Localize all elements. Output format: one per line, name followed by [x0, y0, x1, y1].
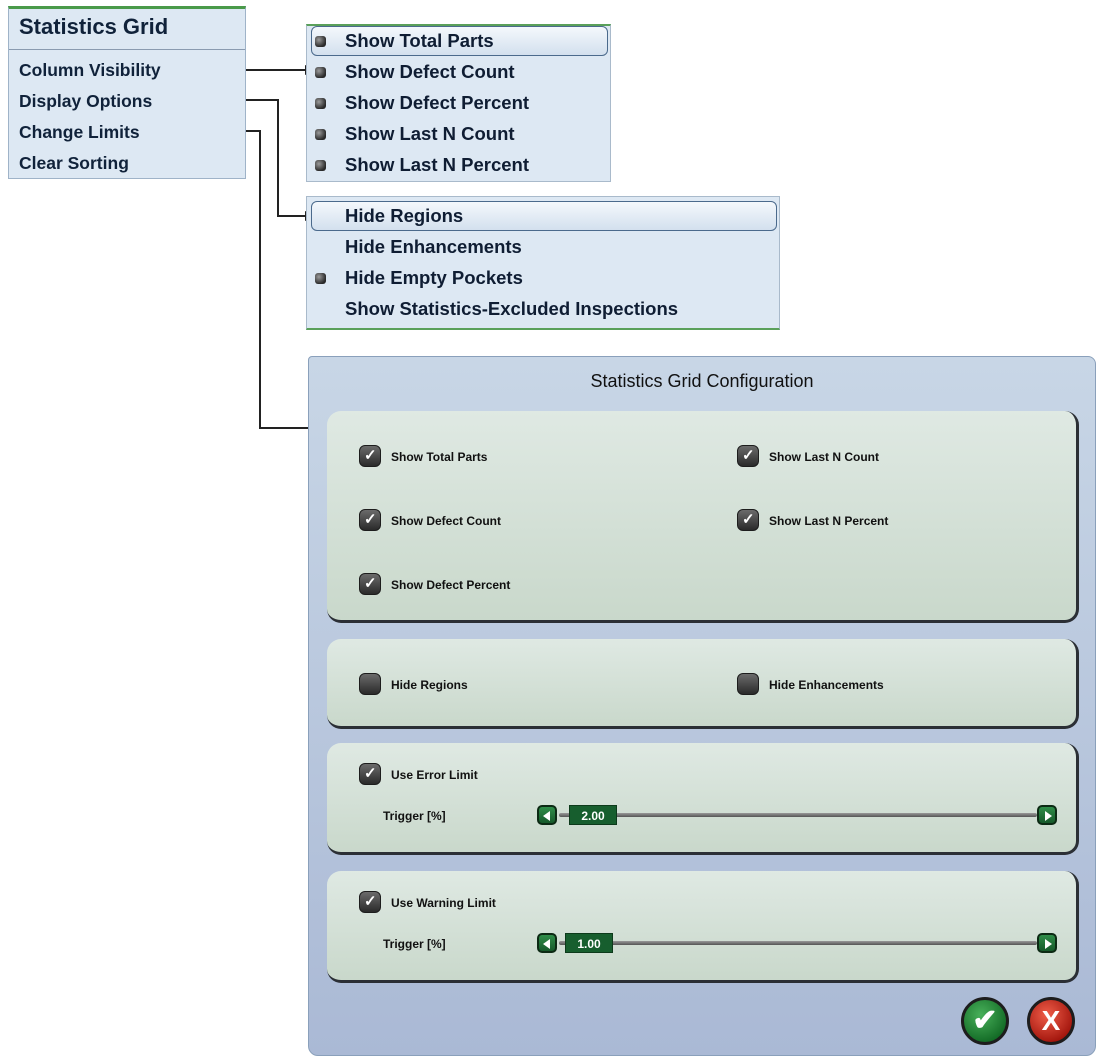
display-menu-item-hide-regions[interactable]: Hide Regions [307, 201, 779, 231]
display-menu-item-hide-empty-pockets[interactable]: Hide Empty Pockets [307, 263, 779, 293]
show-last-n-percent-label: Show Last N Percent [769, 514, 889, 528]
menu-item-display-options[interactable]: Display Options [19, 91, 152, 112]
menu-item-label: Show Last N Percent [345, 154, 530, 175]
checked-bullet-icon [315, 98, 326, 109]
checked-bullet-icon [315, 67, 326, 78]
warning-slider-track[interactable] [559, 941, 1037, 945]
checkmark-icon: ✓ [364, 893, 377, 910]
show-defect-count-checkbox[interactable]: ✓ [359, 509, 381, 531]
column-menu-item-show-defect-percent[interactable]: Show Defect Percent [307, 88, 610, 118]
column-menu-item-show-total-parts[interactable]: Show Total Parts [307, 26, 610, 56]
ok-button[interactable]: ✔ [961, 997, 1009, 1045]
hide-enhancements-label: Hide Enhancements [769, 678, 884, 692]
show-last-n-percent-checkbox[interactable]: ✓ [737, 509, 759, 531]
menu-item-label: Hide Regions [345, 205, 464, 226]
error-limit-panel: ✓ Use Error Limit Trigger [%] 2.00 [327, 743, 1079, 855]
use-warning-limit-checkbox[interactable]: ✓ [359, 891, 381, 913]
checkmark-icon: ✓ [742, 511, 755, 528]
left-arrow-icon [543, 811, 550, 821]
context-menu-title: Statistics Grid [19, 14, 169, 39]
checkmark-icon: ✔ [972, 1004, 998, 1037]
menu-item-label: Show Defect Percent [345, 92, 530, 113]
display-options-menu: Hide Regions Hide Enhancements Hide Empt… [306, 196, 780, 330]
menu-item-label: Show Last N Count [345, 123, 515, 144]
display-panel: Hide Regions Hide Enhancements [327, 639, 1079, 729]
column-visibility-menu: Show Total Parts Show Defect Count Show … [306, 24, 611, 182]
show-defect-percent-label: Show Defect Percent [391, 578, 511, 592]
warning-increment-button[interactable] [1037, 933, 1057, 953]
error-increment-button[interactable] [1037, 805, 1057, 825]
hide-regions-checkbox[interactable] [359, 673, 381, 695]
checkmark-icon: ✓ [364, 765, 377, 782]
checkmark-icon: ✓ [742, 447, 755, 464]
menu-item-label: Hide Enhancements [345, 236, 522, 257]
warning-decrement-button[interactable] [537, 933, 557, 953]
right-arrow-icon [1045, 939, 1052, 949]
context-menu-divider [9, 49, 245, 50]
checked-bullet-icon [315, 36, 326, 47]
checkmark-icon: ✓ [364, 575, 377, 592]
hide-enhancements-checkbox[interactable] [737, 673, 759, 695]
warning-limit-panel: ✓ Use Warning Limit Trigger [%] 1.00 [327, 871, 1079, 983]
menu-item-column-visibility[interactable]: Column Visibility [19, 60, 161, 81]
use-error-limit-checkbox[interactable]: ✓ [359, 763, 381, 785]
show-last-n-count-checkbox[interactable]: ✓ [737, 445, 759, 467]
statistics-grid-config-dialog: Statistics Grid Configuration ✓ Show Tot… [308, 356, 1096, 1056]
checkmark-icon: ✓ [364, 447, 377, 464]
column-menu-item-show-last-n-percent[interactable]: Show Last N Percent [307, 150, 610, 180]
cancel-button[interactable]: X [1027, 997, 1075, 1045]
use-error-limit-label: Use Error Limit [391, 768, 478, 782]
right-arrow-icon [1045, 811, 1052, 821]
show-total-parts-checkbox[interactable]: ✓ [359, 445, 381, 467]
context-menu: Statistics Grid Column Visibility Displa… [8, 6, 246, 179]
warning-trigger-label: Trigger [%] [383, 937, 446, 951]
menu-item-label: Hide Empty Pockets [345, 267, 523, 288]
use-warning-limit-label: Use Warning Limit [391, 896, 496, 910]
column-menu-item-show-defect-count[interactable]: Show Defect Count [307, 57, 610, 87]
error-trigger-label: Trigger [%] [383, 809, 446, 823]
error-decrement-button[interactable] [537, 805, 557, 825]
menu-item-clear-sorting[interactable]: Clear Sorting [19, 153, 129, 174]
menu-item-label: Show Defect Count [345, 61, 515, 82]
show-last-n-count-label: Show Last N Count [769, 450, 879, 464]
menu-item-change-limits[interactable]: Change Limits [19, 122, 140, 143]
left-arrow-icon [543, 939, 550, 949]
checkmark-icon: ✓ [364, 511, 377, 528]
display-menu-item-hide-enhancements[interactable]: Hide Enhancements [307, 232, 779, 262]
hide-regions-label: Hide Regions [391, 678, 468, 692]
display-menu-item-show-statistics-excluded[interactable]: Show Statistics-Excluded Inspections [307, 294, 779, 324]
dialog-title: Statistics Grid Configuration [590, 371, 814, 391]
warning-slider-value[interactable]: 1.00 [565, 933, 613, 953]
error-slider-value[interactable]: 2.00 [569, 805, 617, 825]
columns-panel: ✓ Show Total Parts ✓ Show Last N Count ✓… [327, 411, 1079, 623]
show-defect-percent-checkbox[interactable]: ✓ [359, 573, 381, 595]
column-menu-item-show-last-n-count[interactable]: Show Last N Count [307, 119, 610, 149]
menu-item-label: Show Statistics-Excluded Inspections [345, 298, 679, 319]
show-defect-count-label: Show Defect Count [391, 514, 501, 528]
checked-bullet-icon [315, 160, 326, 171]
close-icon: X [1041, 1005, 1061, 1036]
checked-bullet-icon [315, 273, 326, 284]
menu-item-label: Show Total Parts [345, 30, 494, 51]
show-total-parts-label: Show Total Parts [391, 450, 488, 464]
checked-bullet-icon [315, 129, 326, 140]
error-slider-track[interactable] [559, 813, 1037, 817]
